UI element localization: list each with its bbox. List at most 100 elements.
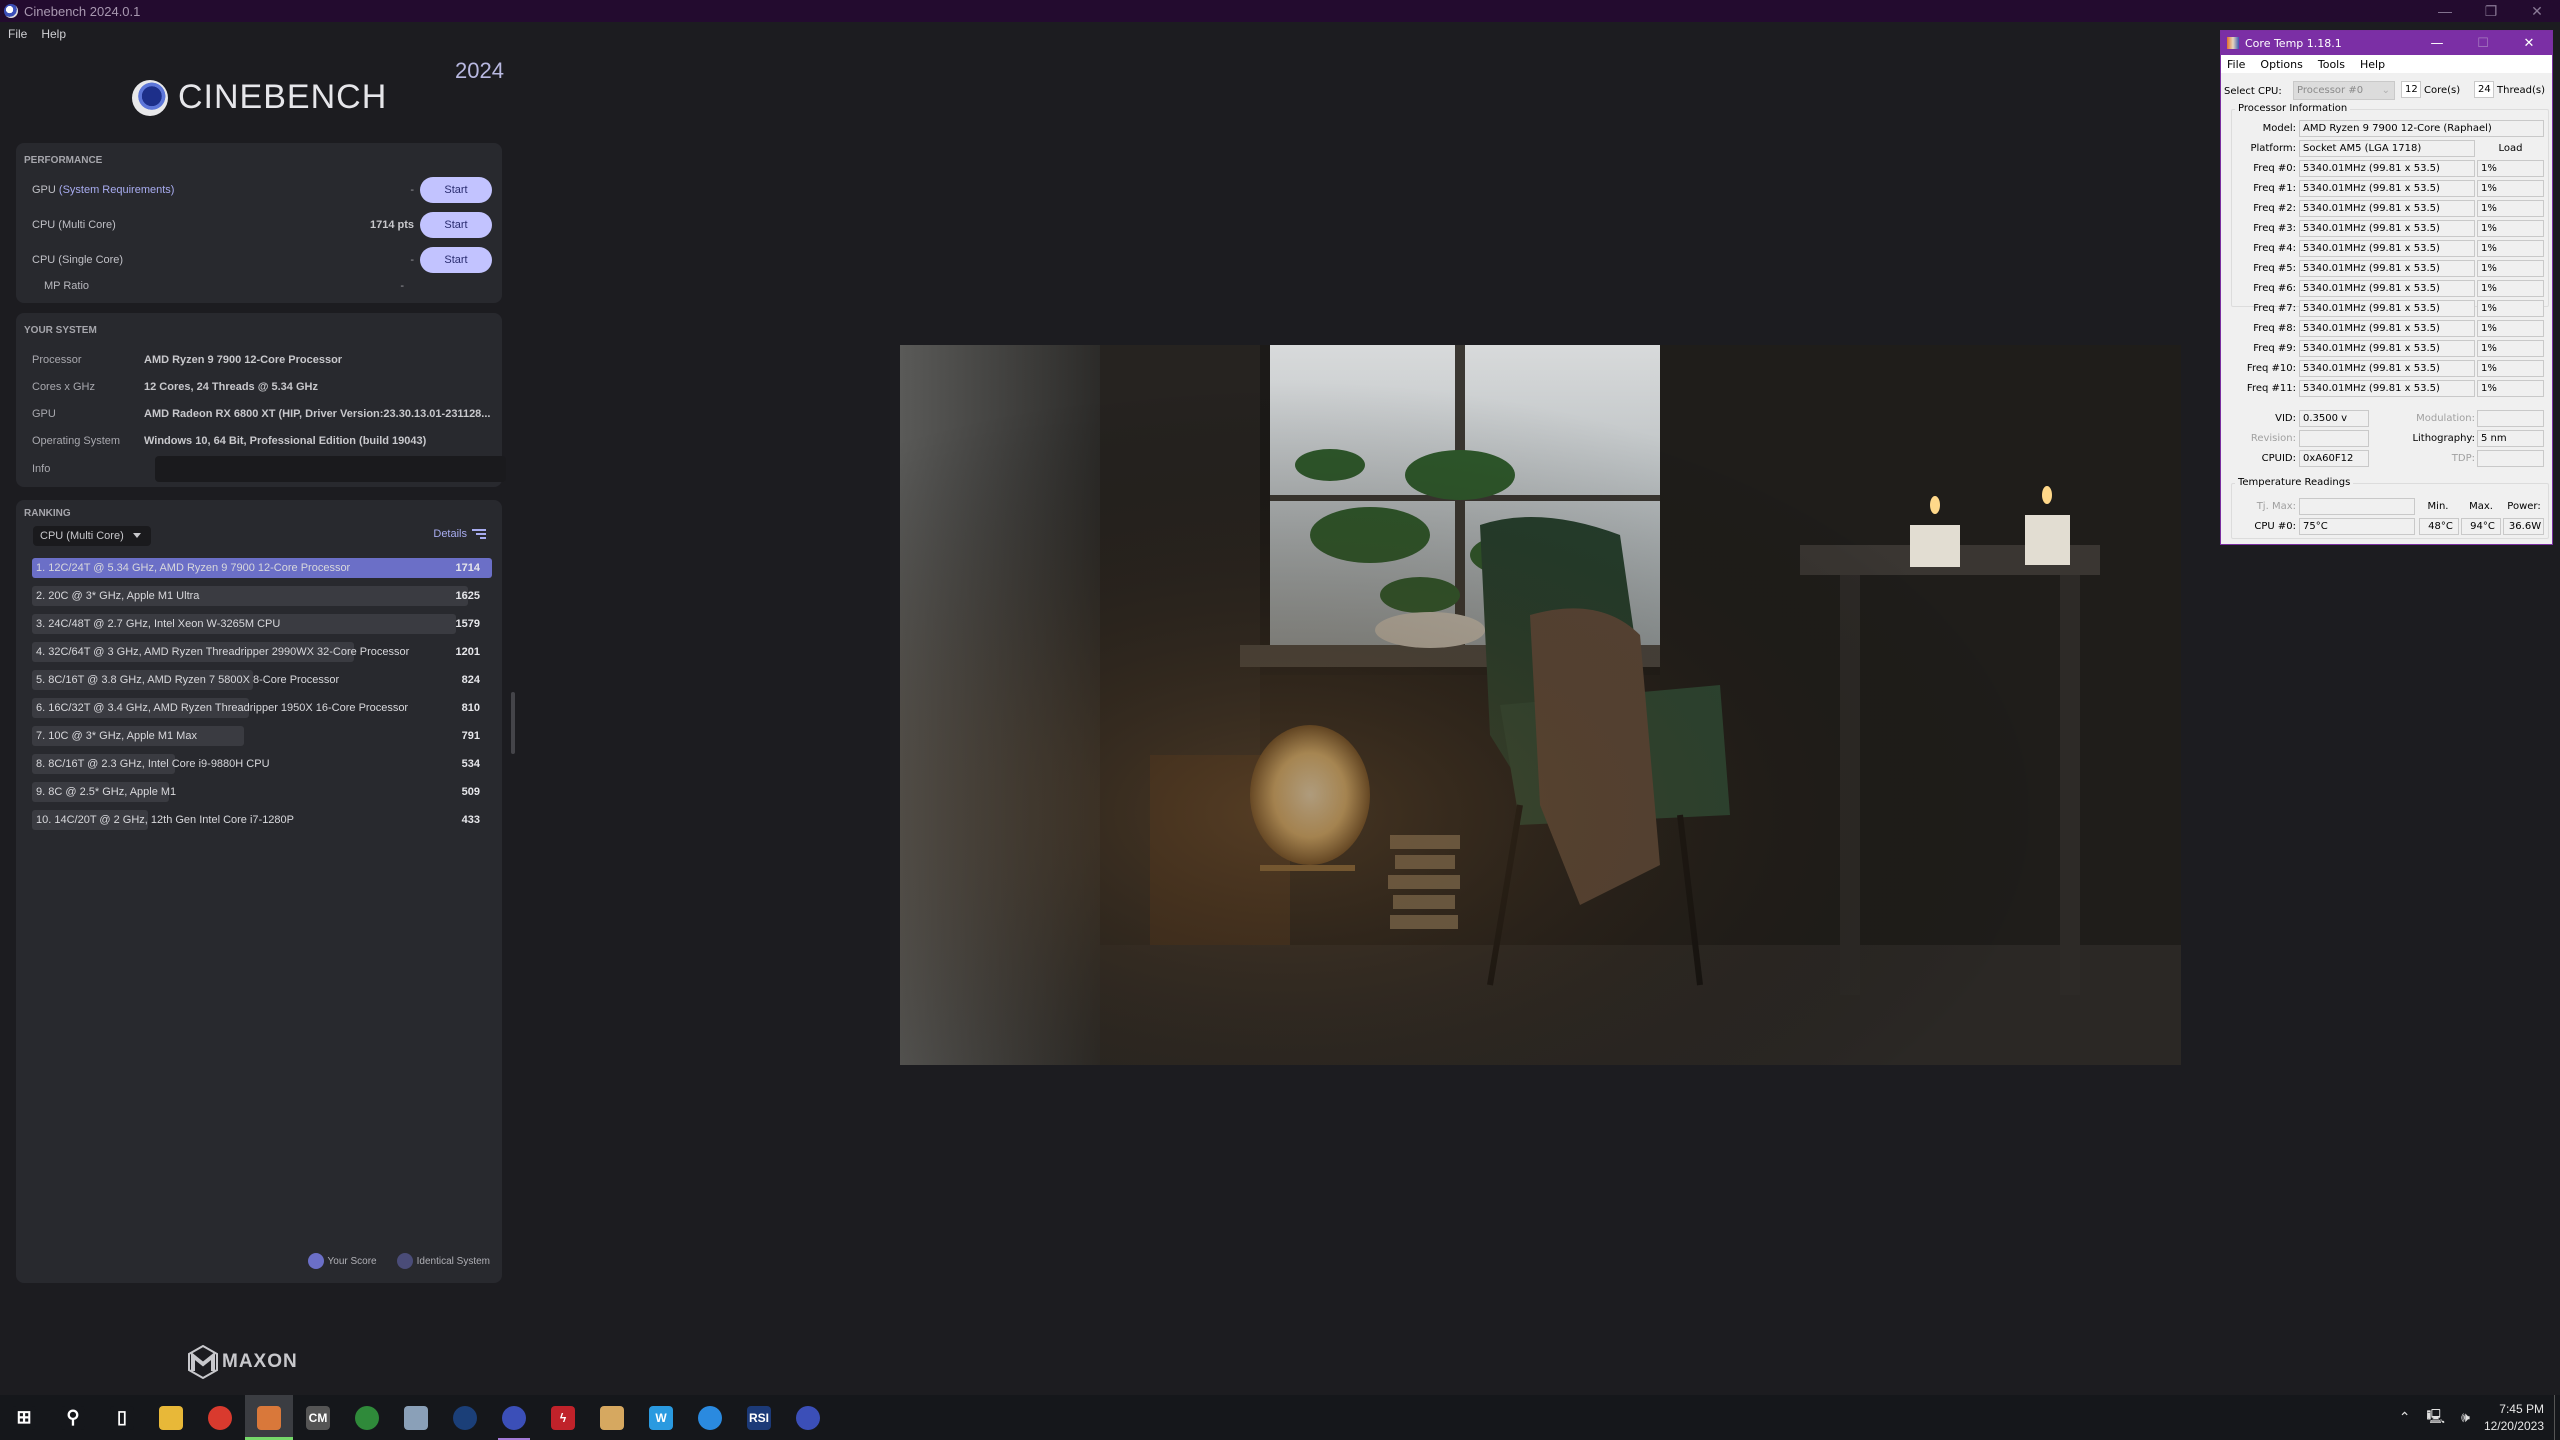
- system-requirements-link[interactable]: (System Requirements): [59, 184, 175, 196]
- system-row-cores: Cores x GHz 12 Cores, 24 Threads @ 5.34 …: [32, 377, 492, 397]
- freq-value: 5340.01MHz (99.81 x 53.5): [2299, 320, 2475, 337]
- details-button[interactable]: Details: [433, 528, 486, 540]
- freq-label: Freq #11:: [2246, 383, 2296, 394]
- coretemp-close-button[interactable]: ✕: [2506, 36, 2552, 51]
- legend-label: Your Score: [327, 1255, 377, 1267]
- freq-load: 1%: [2477, 280, 2544, 297]
- info-input[interactable]: [155, 456, 506, 482]
- ranking-row[interactable]: 1. 12C/24T @ 5.34 GHz, AMD Ryzen 9 7900 …: [32, 558, 492, 578]
- minimize-icon: —: [2438, 3, 2452, 19]
- coretemp-menu-options[interactable]: Options: [2260, 58, 2302, 71]
- mp-ratio-row: MP Ratio -: [44, 276, 492, 296]
- taskbar-core-temp[interactable]: [245, 1395, 293, 1440]
- cpu0-max: 94°C: [2461, 518, 2501, 535]
- taskbar: ⊞ ⚲ ▯ CM ϟ W RSI ⌃ 🖳 🕪 7:45 PM 12/20/2023: [0, 1395, 2560, 1440]
- legend-identical-system: Identical System: [396, 1253, 490, 1269]
- platform-label: Platform:: [2250, 143, 2296, 154]
- cores-label: Core(s): [2424, 85, 2461, 96]
- taskbar-xbox-app[interactable]: [343, 1395, 391, 1440]
- taskbar-cooler-master[interactable]: CM: [294, 1395, 342, 1440]
- minimize-button[interactable]: —: [2422, 0, 2468, 22]
- freq-value: 5340.01MHz (99.81 x 53.5): [2299, 360, 2475, 377]
- ranking-row-score: 791: [461, 730, 480, 742]
- ranking-row-label: 2. 20C @ 3* GHz, Apple M1 Ultra: [36, 590, 200, 602]
- perf-label-gpu: GPU: [32, 184, 56, 196]
- freq-load: 1%: [2477, 220, 2544, 237]
- coretemp-title: Core Temp 1.18.1: [2245, 36, 2342, 50]
- tjmax-value: [2299, 498, 2415, 515]
- render-preview: [900, 345, 2181, 1065]
- ranking-row[interactable]: 10. 14C/20T @ 2 GHz, 12th Gen Intel Core…: [32, 810, 492, 830]
- coretemp-menu-tools[interactable]: Tools: [2318, 58, 2345, 71]
- mp-ratio-label: MP Ratio: [44, 280, 90, 292]
- coretemp-menu-file[interactable]: File: [2227, 58, 2245, 71]
- taskbar-file-explorer[interactable]: [147, 1395, 195, 1440]
- ranking-row[interactable]: 3. 24C/48T @ 2.7 GHz, Intel Xeon W-3265M…: [32, 614, 492, 634]
- render-scene-image: [900, 345, 2181, 1065]
- details-label: Details: [433, 528, 467, 540]
- load-header: Load: [2498, 143, 2523, 154]
- show-hidden-icons-button[interactable]: ⌃: [2399, 1409, 2411, 1426]
- system-key: Processor: [32, 354, 82, 366]
- freq-load: 1%: [2477, 360, 2544, 377]
- close-icon: ✕: [2531, 2, 2543, 19]
- volume-icon[interactable]: 🕪: [2461, 1409, 2470, 1426]
- perf-value-gpu: -: [410, 184, 414, 196]
- ranking-test-select[interactable]: CPU (Multi Core): [33, 526, 151, 546]
- ranking-row[interactable]: 4. 32C/64T @ 3 GHz, AMD Ryzen Threadripp…: [32, 642, 492, 662]
- taskbar-steam[interactable]: [441, 1395, 489, 1440]
- taskbar-paint-app[interactable]: [392, 1395, 440, 1440]
- chevron-down-icon: [133, 533, 141, 538]
- window-title: Cinebench 2024.0.1: [24, 3, 141, 19]
- cooler-master-icon: CM: [306, 1405, 330, 1430]
- left-panel-scrollbar[interactable]: [511, 692, 515, 754]
- taskbar-search[interactable]: ⚲: [49, 1395, 97, 1440]
- ranking-row[interactable]: 7. 10C @ 3* GHz, Apple M1 Max 791: [32, 726, 492, 746]
- perf-row-gpu: GPU (System Requirements) - Start: [32, 177, 492, 203]
- ranking-row[interactable]: 6. 16C/32T @ 3.4 GHz, AMD Ryzen Threadri…: [32, 698, 492, 718]
- menu-help[interactable]: Help: [41, 27, 66, 41]
- taskbar-cinebench[interactable]: [490, 1395, 538, 1440]
- network-icon[interactable]: 🖳: [2426, 1406, 2445, 1430]
- model-label: Model:: [2262, 123, 2296, 134]
- temperature-title: Temperature Readings: [2235, 477, 2354, 488]
- perf-label-cpu-single: CPU (Single Core): [32, 254, 124, 266]
- ranking-row[interactable]: 9. 8C @ 2.5* GHz, Apple M1 509: [32, 782, 492, 802]
- ranking-row[interactable]: 8. 8C/16T @ 2.3 GHz, Intel Core i9-9880H…: [32, 754, 492, 774]
- menu-file[interactable]: File: [8, 27, 27, 41]
- coretemp-menu-help[interactable]: Help: [2360, 58, 2385, 71]
- taskbar-red-lightning-app[interactable]: ϟ: [539, 1395, 587, 1440]
- taskbar-clock[interactable]: 7:45 PM 12/20/2023: [2484, 1401, 2544, 1435]
- taskbar-chrome[interactable]: [196, 1395, 244, 1440]
- perf-label-cpu-multi: CPU (Multi Core): [32, 219, 116, 231]
- taskbar-cinebench-2[interactable]: [784, 1395, 832, 1440]
- taskbar-blue-circle-app[interactable]: [686, 1395, 734, 1440]
- max-header: Max.: [2469, 501, 2493, 512]
- cpu0-temp: 75°C: [2299, 518, 2415, 535]
- maxon-logo: MAXON: [188, 1345, 298, 1379]
- start-cpu-multi-button[interactable]: Start: [420, 212, 492, 238]
- taskbar-wacom-app[interactable]: W: [637, 1395, 685, 1440]
- start-cpu-single-button[interactable]: Start: [420, 247, 492, 273]
- taskbar-rsi-launcher[interactable]: RSI: [735, 1395, 783, 1440]
- lithography-label: Lithography:: [2412, 433, 2475, 444]
- ranking-row-label: 7. 10C @ 3* GHz, Apple M1 Max: [36, 730, 197, 742]
- restore-button[interactable]: ❐: [2468, 0, 2514, 22]
- coretemp-titlebar: Core Temp 1.18.1 — ☐ ✕: [2221, 31, 2552, 55]
- taskbar-start[interactable]: ⊞: [0, 1395, 48, 1440]
- ranking-row[interactable]: 2. 20C @ 3* GHz, Apple M1 Ultra 1625: [32, 586, 492, 606]
- freq-label: Freq #9:: [2253, 343, 2296, 354]
- ranking-row[interactable]: 5. 8C/16T @ 3.8 GHz, AMD Ryzen 7 5800X 8…: [32, 670, 492, 690]
- perf-row-cpu-multi: CPU (Multi Core) 1714 pts Start: [32, 212, 492, 238]
- close-button[interactable]: ✕: [2514, 0, 2560, 22]
- system-key: Operating System: [32, 435, 121, 447]
- taskbar-task-view[interactable]: ▯: [98, 1395, 146, 1440]
- cinebench-app-icon: [4, 4, 18, 18]
- coretemp-minimize-button[interactable]: —: [2414, 36, 2460, 51]
- start-gpu-button[interactable]: Start: [420, 177, 492, 203]
- filter-icon: [472, 529, 486, 539]
- select-cpu-value: Processor #0: [2297, 85, 2364, 96]
- show-desktop-button[interactable]: [2554, 1395, 2560, 1440]
- legend-dot: [307, 1253, 324, 1269]
- taskbar-tornado-app[interactable]: [588, 1395, 636, 1440]
